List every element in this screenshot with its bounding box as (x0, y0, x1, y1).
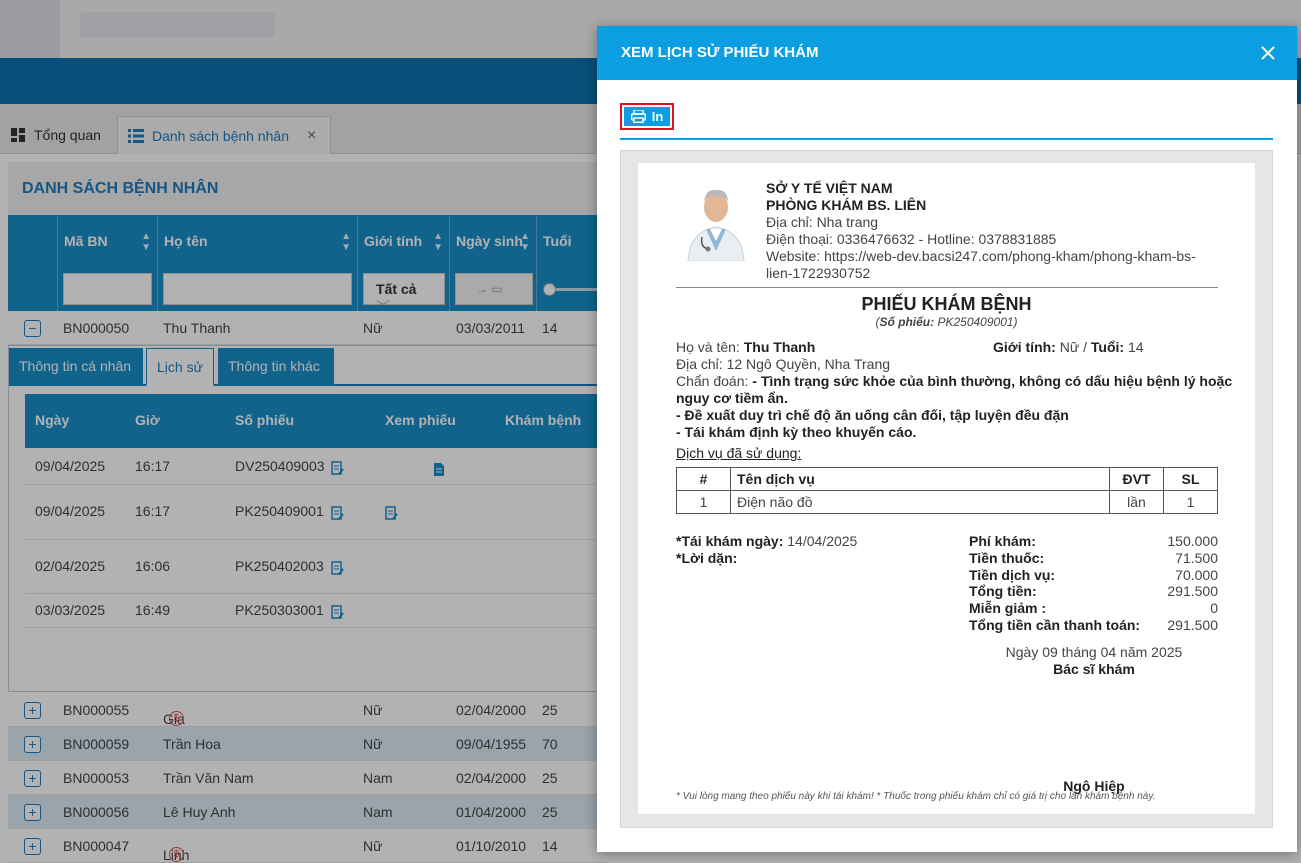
clinic-address: Địa chỉ: Nha trang (766, 214, 879, 230)
diagnosis: Chẩn đoán: - Tình trạng sức khỏe của bìn… (676, 373, 1233, 389)
org-name: SỞ Y TẾ VIỆT NAM (766, 180, 893, 196)
patient-address: Địa chỉ: 12 Ngô Quyền, Nha Trang (676, 356, 891, 372)
modal-header: XEM LỊCH SỬ PHIẾU KHÁM (597, 26, 1297, 80)
clinic-name: PHÒNG KHÁM BS. LIÊN (766, 197, 927, 213)
ticket-number: (Số phiếu: PK250409001) (875, 315, 1018, 329)
modal-title: XEM LỊCH SỬ PHIẾU KHÁM (621, 44, 819, 61)
print-button-highlight: In (620, 103, 674, 130)
doctor-label: Bác sĩ khám (1053, 661, 1135, 677)
close-icon (1261, 46, 1275, 60)
services-table: # Tên dịch vụ ĐVT SL 1 Điện não đồ lần 1 (676, 467, 1218, 514)
print-button[interactable]: In (624, 107, 670, 126)
fee-row: Miễn giảm :0 (969, 600, 1218, 616)
clinic-website: Website: https://web-dev.bacsi247.com/ph… (766, 248, 1196, 264)
document-viewer[interactable]: SỞ Y TẾ VIỆT NAM PHÒNG KHÁM BS. LIÊN Địa… (620, 150, 1273, 828)
services-heading: Dịch vụ đã sử dụng: (676, 445, 802, 461)
clinic-website-cont: lien-1722930752 (766, 265, 871, 281)
close-button[interactable] (1259, 44, 1277, 62)
doctor-photo (684, 181, 748, 261)
diagnosis-line-2: nguy cơ tiềm ẩn. (676, 390, 788, 406)
footnote: * Vui lòng mang theo phiếu này khi tái k… (676, 791, 1156, 802)
printer-icon (630, 110, 646, 123)
fee-row: Phí khám: 150.000 (969, 533, 1218, 549)
advice-label: *Lời dặn: (676, 550, 738, 566)
fee-row: Tổng tiền: 291.500 (969, 583, 1218, 599)
exam-sheet: SỞ Y TẾ VIỆT NAM PHÒNG KHÁM BS. LIÊN Địa… (638, 163, 1255, 814)
diagnosis-line-3: - Đề xuất duy trì chế độ ăn uống cân đối… (676, 407, 1069, 423)
table-row: 1 Điện não đồ lần 1 (676, 490, 1218, 514)
revisit-date: *Tái khám ngày: 14/04/2025 (676, 533, 858, 549)
fee-row: Tiền dịch vụ: 70.000 (969, 567, 1218, 583)
print-label: In (651, 109, 664, 124)
sign-date: Ngày 09 tháng 04 năm 2025 (1005, 644, 1183, 660)
fee-row: Tiền thuốc: 71.500 (969, 550, 1218, 566)
sheet-title: PHIẾU KHÁM BỆNH (861, 294, 1032, 314)
clinic-phone: Điện thoại: 0336476632 - Hotline: 037883… (766, 231, 1057, 247)
divider (620, 138, 1273, 140)
patient-gender-age: Giới tính: Nữ / Tuổi: 14 (993, 339, 1144, 355)
exam-history-modal: XEM LỊCH SỬ PHIẾU KHÁM In SỞ Y TẾ VIỆT N… (597, 26, 1297, 852)
diagnosis-line-4: - Tái khám định kỳ theo khuyến cáo. (676, 424, 917, 440)
patient-name-line: Họ và tên: Thu Thanh (676, 339, 816, 355)
header-divider (676, 287, 1218, 288)
fee-row: Tổng tiền cần thanh toán: 291.500 (969, 617, 1218, 633)
